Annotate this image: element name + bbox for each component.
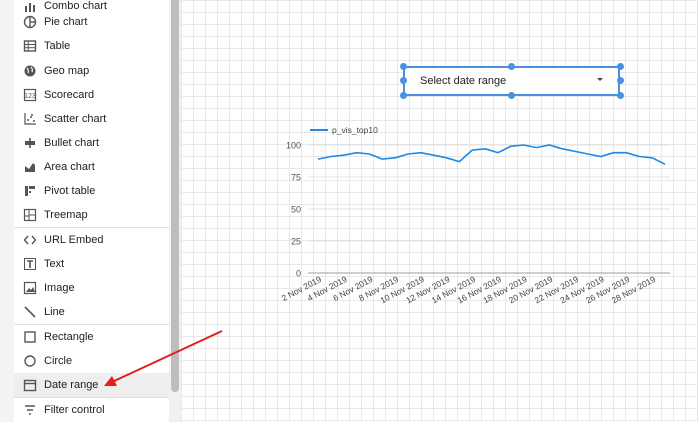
data-point (638, 155, 640, 157)
menu-item-line[interactable]: Line (14, 300, 169, 324)
menu-item-pie-chart[interactable]: Pie chart (14, 10, 169, 34)
menu-item-date-range[interactable]: Date range (14, 373, 169, 397)
data-point (612, 151, 614, 153)
data-point (381, 158, 383, 160)
menu-item-label: Filter control (44, 404, 105, 416)
y-tick-label: 25 (291, 237, 301, 247)
menu-item-circle[interactable]: Circle (14, 349, 169, 373)
bullet-chart-icon (23, 136, 37, 150)
data-point (317, 158, 319, 160)
resize-handle-top-left[interactable] (400, 63, 407, 70)
scatter-chart-icon (23, 112, 37, 126)
dropdown-arrow-icon[interactable] (597, 78, 603, 81)
data-point (343, 154, 345, 156)
line-chart[interactable]: 02550751002 Nov 20194 Nov 20196 Nov 2019… (270, 115, 680, 315)
filter-icon (23, 403, 37, 417)
menu-item-scatter-chart[interactable]: Scatter chart (14, 107, 169, 131)
globe-icon (23, 64, 37, 78)
code-icon (23, 233, 37, 247)
menu-item-label: Text (44, 258, 65, 270)
pivot-table-icon (23, 184, 37, 198)
data-point (355, 151, 357, 153)
menu-item-filter-control[interactable]: Filter control (14, 398, 169, 422)
line-icon (23, 305, 37, 319)
menu-item-label: Geo map (44, 65, 90, 77)
data-point (561, 148, 563, 150)
data-point (484, 148, 486, 150)
resize-handle-top-middle[interactable] (508, 63, 515, 70)
table-icon (23, 39, 37, 53)
menu-scrollbar-thumb[interactable] (171, 0, 179, 392)
rectangle-icon (23, 330, 37, 344)
resize-handle-bottom-left[interactable] (400, 92, 407, 99)
menu-item-label: Table (44, 40, 71, 52)
text-icon (23, 257, 37, 271)
data-point (394, 157, 396, 159)
menu-item-pivot-table[interactable]: Pivot table (14, 179, 169, 203)
y-tick-label: 0 (296, 269, 301, 279)
menu-item-label: Pivot table (44, 185, 96, 197)
data-point (432, 154, 434, 156)
data-point (510, 145, 512, 147)
resize-handle-middle-left[interactable] (400, 77, 407, 84)
menu-item-label: URL Embed (44, 234, 104, 246)
pie-chart-icon (23, 15, 37, 29)
data-point (651, 157, 653, 159)
data-point (574, 150, 576, 152)
menu-item-treemap[interactable]: Treemap (14, 203, 169, 227)
menu-item-bullet-chart[interactable]: Bullet chart (14, 131, 169, 155)
data-point (535, 146, 537, 148)
menu-item-label: Circle (44, 355, 73, 367)
menu-item-geo-map[interactable]: Geo map (14, 59, 169, 83)
area-chart-icon (23, 160, 37, 174)
menu-item-label: Scatter chart (44, 113, 107, 125)
data-point (471, 149, 473, 151)
resize-handle-bottom-right[interactable] (617, 92, 624, 99)
y-tick-label: 50 (291, 205, 301, 215)
menu-item-label: Bullet chart (44, 137, 100, 149)
menu-item-scorecard[interactable]: 123 Scorecard (14, 83, 169, 107)
treemap-icon (23, 208, 37, 222)
menu-item-url-embed[interactable]: URL Embed (14, 228, 169, 252)
legend-label: p_vis_top10 (332, 125, 378, 135)
data-point (420, 151, 422, 153)
data-point (368, 153, 370, 155)
menu-item-rectangle[interactable]: Rectangle (14, 325, 169, 349)
scorecard-icon: 123 (23, 88, 37, 102)
date-range-label: Select date range (420, 75, 507, 87)
data-point (522, 144, 524, 146)
data-point (625, 151, 627, 153)
y-tick-label: 100 (286, 141, 301, 151)
data-point (458, 160, 460, 162)
data-point (664, 163, 666, 165)
data-point (548, 144, 550, 146)
resize-handle-middle-right[interactable] (617, 77, 624, 84)
image-icon (23, 281, 37, 295)
data-point (330, 155, 332, 157)
menu-item-area-chart[interactable]: Area chart (14, 155, 169, 179)
menu-item-label: Pie chart (44, 16, 88, 28)
menu-item-label: Date range (44, 379, 99, 391)
menu-item-label: Area chart (44, 161, 95, 173)
data-point (600, 155, 602, 157)
data-point (587, 153, 589, 155)
menu-item-label: Rectangle (44, 331, 94, 343)
svg-text:123: 123 (24, 93, 36, 100)
left-panel-edge (0, 0, 15, 422)
menu-item-text[interactable]: Text (14, 252, 169, 276)
calendar-icon (23, 378, 37, 392)
menu-item-label: Line (44, 306, 65, 318)
resize-handle-bottom-middle[interactable] (508, 92, 515, 99)
menu-item-table[interactable]: Table (14, 34, 169, 58)
data-point (407, 153, 409, 155)
circle-icon (23, 354, 37, 368)
menu-item-label: Treemap (44, 209, 88, 221)
data-point (497, 151, 499, 153)
menu-item-image[interactable]: Image (14, 276, 169, 300)
y-tick-label: 75 (291, 173, 301, 183)
data-point (445, 157, 447, 159)
resize-handle-top-right[interactable] (617, 63, 624, 70)
menu-item-label: Image (44, 282, 75, 294)
menu-item-label: Scorecard (44, 89, 95, 101)
